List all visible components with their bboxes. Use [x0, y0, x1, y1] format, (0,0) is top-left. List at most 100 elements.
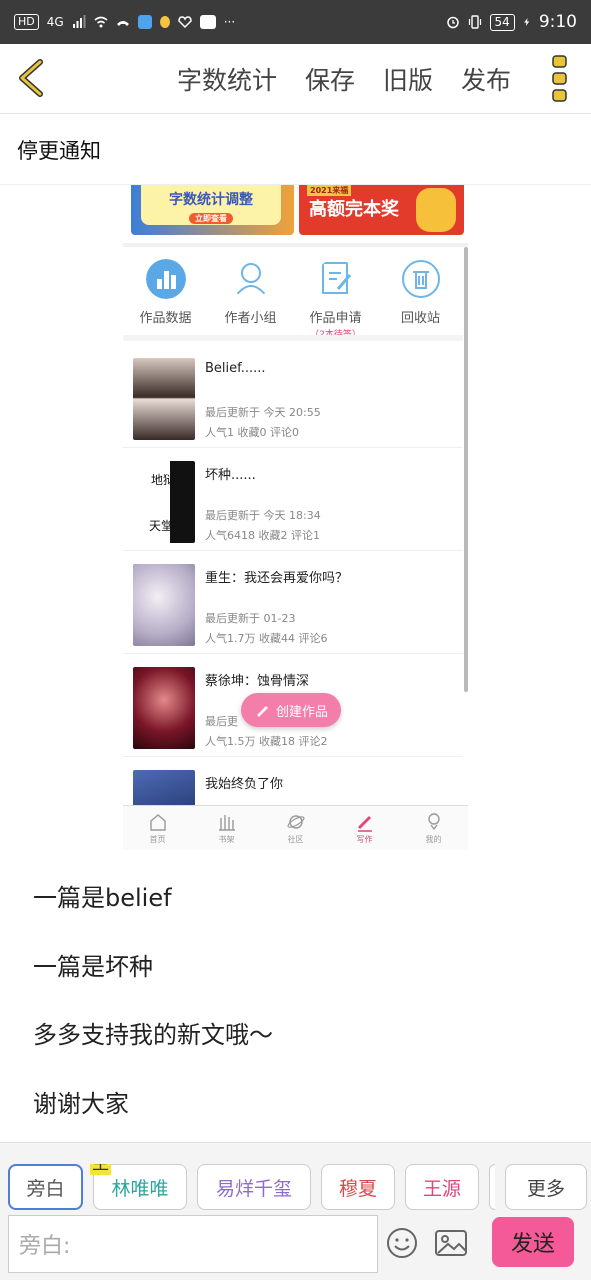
chip-label: 旁白: [26, 1177, 65, 1200]
award-banner-text: 高额完本奖: [309, 199, 399, 220]
tab-home: 首页: [123, 806, 192, 850]
signal-icon: [72, 15, 86, 28]
old-version-button[interactable]: 旧版: [383, 61, 433, 97]
chip-label: 穆夏: [338, 1177, 377, 1200]
pencil-icon: [256, 706, 268, 717]
work-updated: 最后更新于 今天 20:55: [205, 406, 321, 419]
work-title: 重生：我还会再爱你吗？: [205, 571, 349, 586]
award-banner-tag: 2021来福: [307, 185, 352, 196]
cover-text-top: 地狱: [151, 473, 176, 487]
body-line[interactable]: 多多支持我的新文哦～: [33, 1015, 273, 1050]
chip-label: 更多: [526, 1177, 565, 1200]
word-count-button[interactable]: 字数统计: [177, 61, 277, 97]
battery-level: 54: [489, 13, 515, 31]
clock: 9:10: [538, 12, 577, 32]
work-item: 重生：我还会再爱你吗？ 最后更新于 01-23 人气1.7万 收藏44 评论6: [123, 551, 463, 654]
editor-toolbar: 字数统计 保存 旧版 发布: [0, 44, 591, 114]
write-pencil-icon: [357, 815, 372, 832]
create-work-button: 创建作品: [241, 693, 341, 727]
chapter-title[interactable]: 停更通知: [0, 115, 591, 185]
work-item: 地狱 天堂 坏种...... 最后更新于 今天 18:34 人气6418 收藏2 …: [123, 448, 463, 551]
work-meta: 最后更新于 今天 18:34 人气6418 收藏2 评论1: [205, 506, 321, 546]
chip-label: 王源: [422, 1177, 461, 1200]
body-line[interactable]: 一篇是坏种: [33, 947, 153, 982]
image-icon[interactable]: [434, 1227, 468, 1259]
promo-banners: 字数统计调整立即查看 2021来福 高额完本奖: [131, 185, 467, 235]
charging-icon: [523, 18, 530, 26]
work-stats: 人气1.5万 收藏18 评论2: [205, 735, 328, 748]
tab-label: 写作: [356, 834, 373, 844]
tab-label: 我的: [425, 834, 442, 844]
wifi-icon: [94, 16, 108, 28]
shortcut-label: 作者小组: [224, 311, 277, 326]
edit-document-icon: [321, 262, 351, 294]
alarm-icon: [446, 16, 459, 29]
body-line[interactable]: 谢谢大家: [33, 1084, 129, 1119]
character-chip-yi-yangqianxi[interactable]: 易烊千玺: [197, 1164, 311, 1210]
character-chip-lin-weiwei[interactable]: 主林唯唯: [90, 1164, 187, 1210]
emoji-icon[interactable]: [386, 1227, 418, 1259]
chip-label: 易烊千玺: [215, 1177, 292, 1200]
word-count-banner: 字数统计调整立即查看: [131, 185, 294, 235]
author-shortcuts: 作品数据 作者小组 作品申请 （2本待签） 回收站: [123, 253, 463, 343]
missed-call-icon: [116, 21, 129, 26]
lead-badge: 主: [90, 1164, 111, 1175]
shortcut-label: 作品申请: [309, 311, 362, 326]
shortcut-divider: [123, 335, 463, 341]
work-cover-image: [133, 564, 195, 646]
work-cover-image: [133, 358, 195, 440]
character-chip-mu-xia[interactable]: 穆夏: [321, 1164, 395, 1210]
work-title: Belief......: [205, 361, 266, 376]
profile-icon: [427, 812, 440, 830]
work-updated: 最后更新于 今天 18:34: [205, 509, 321, 522]
embedded-scrollbar: [464, 247, 468, 692]
send-button[interactable]: 发送: [492, 1217, 574, 1267]
embedded-screenshot: 字数统计调整立即查看 2021来福 高额完本奖 作品数据 作者小组 作品申请 （…: [123, 185, 468, 850]
chip-label: 林唯唯: [111, 1177, 169, 1200]
character-chip-narrator[interactable]: 旁白: [8, 1164, 83, 1210]
status-bar: HD 4G ··· 54 9:10: [0, 0, 591, 44]
work-stats: 人气6418 收藏2 评论1: [205, 529, 320, 542]
shortcut-works-data: 作品数据: [123, 253, 208, 343]
tab-label: 首页: [149, 834, 166, 844]
trash-icon: [401, 260, 440, 298]
back-arrow-icon[interactable]: [14, 58, 50, 98]
calendar-notification-icon: [199, 15, 216, 29]
tab-mine: 我的: [399, 806, 468, 850]
home-icon: [149, 813, 166, 831]
status-left: HD 4G ···: [14, 14, 235, 30]
more-menu-icon[interactable]: [551, 54, 569, 104]
tab-community: 社区: [261, 806, 330, 850]
save-button[interactable]: 保存: [305, 61, 355, 97]
work-meta: 最后更新于 今天 20:55 人气1 收藏0 评论0: [205, 403, 321, 443]
work-updated: 最后更新于 01-23: [205, 612, 296, 625]
work-meta: 最后更新于 01-23 人气1.7万 收藏44 评论6: [205, 609, 327, 649]
work-cover-image: [133, 667, 195, 749]
hd-indicator: HD: [14, 14, 39, 30]
character-chip-partial[interactable]: [489, 1164, 495, 1210]
dialogue-input[interactable]: 旁白:: [8, 1215, 378, 1273]
vibrate-icon: [468, 15, 481, 29]
shortcut-label: 作品数据: [139, 311, 192, 326]
works-list: Belief...... 最后更新于 今天 20:55 人气1 收藏0 评论0 地…: [123, 345, 463, 850]
toolbar-actions: 字数统计 保存 旧版 发布: [177, 44, 511, 114]
shortcut-author-group: 作者小组: [208, 253, 293, 343]
work-stats: 人气1 收藏0 评论0: [205, 426, 299, 439]
tab-write: 写作: [330, 806, 399, 850]
banner-view-pill: 立即查看: [189, 213, 233, 224]
composer-input-row: 旁白: 发送: [8, 1215, 583, 1273]
body-line[interactable]: 一篇是belief: [33, 878, 172, 913]
word-count-banner-text: 字数统计调整: [169, 192, 253, 208]
input-placeholder: 旁白:: [19, 1234, 71, 1259]
group-icon: [233, 263, 268, 298]
publish-button[interactable]: 发布: [461, 61, 511, 97]
bulb-notification-icon: [159, 16, 170, 28]
character-chip-wang-yuan[interactable]: 王源: [405, 1164, 479, 1210]
more-notifications: ···: [223, 15, 236, 29]
banner-divider: [123, 243, 468, 247]
embedded-tab-bar: 首页 书架 社区 写作 我的: [123, 805, 468, 850]
work-cover-image: 地狱 天堂: [133, 461, 195, 543]
more-characters-button[interactable]: 更多: [505, 1164, 587, 1210]
cover-text-bottom: 天堂: [149, 519, 174, 533]
tab-label: 书架: [218, 834, 235, 844]
